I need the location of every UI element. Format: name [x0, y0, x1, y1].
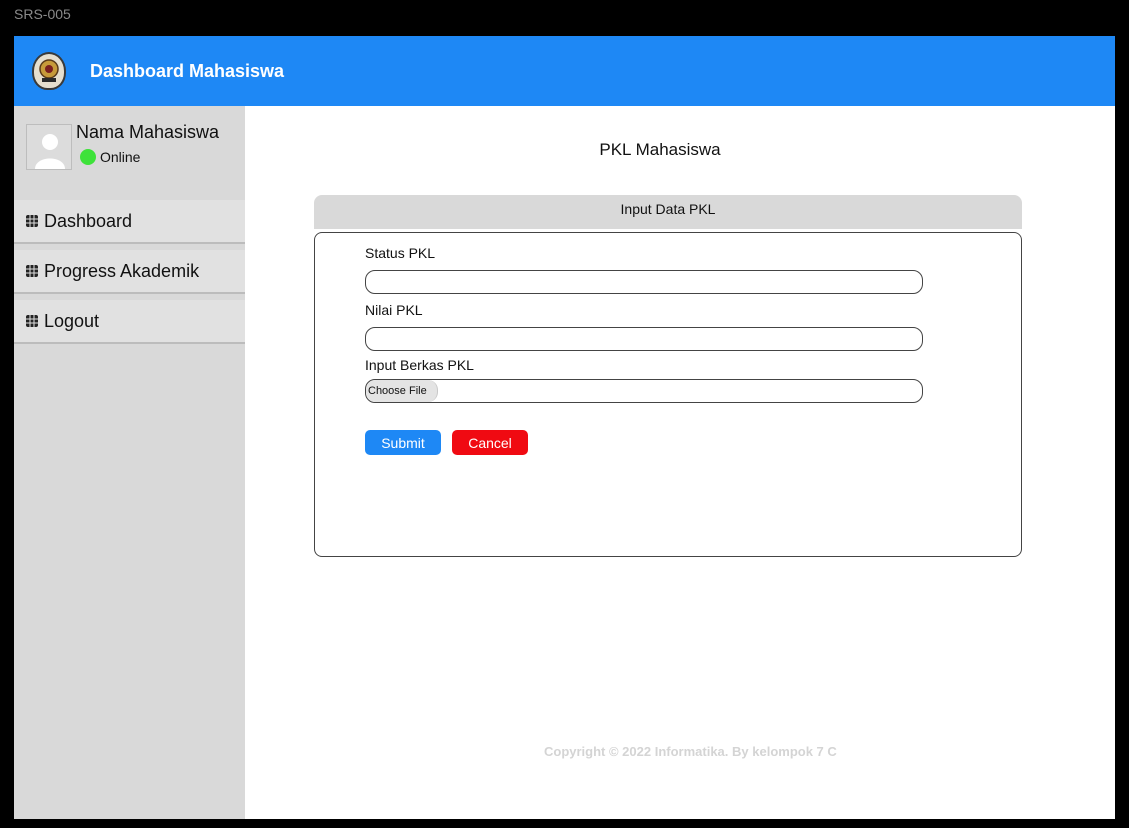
- seal-graphic: [39, 59, 59, 82]
- berkas-pkl-file-input[interactable]: Choose File: [365, 379, 923, 403]
- avatar: [26, 124, 72, 170]
- sidebar-item-progress-akademik[interactable]: Progress Akademik: [14, 250, 245, 294]
- sidebar: Nama Mahasiswa Online Dashboard Progress…: [14, 106, 245, 819]
- app-window: Dashboard Mahasiswa Nama Mahasiswa Onlin…: [14, 36, 1115, 819]
- copyright-label: Copyright © 2022 Informatika. By kelompo…: [544, 744, 837, 759]
- status-pkl-label: Status PKL: [365, 245, 436, 261]
- main-content: PKL Mahasiswa Input Data PKL Status PKL …: [245, 106, 1115, 819]
- nilai-pkl-input[interactable]: [365, 327, 923, 351]
- grid-icon: [26, 315, 38, 327]
- user-name: Nama Mahasiswa: [76, 122, 220, 142]
- status-pkl-input[interactable]: [365, 270, 923, 294]
- grid-icon: [26, 265, 38, 277]
- header-title: Dashboard Mahasiswa: [90, 60, 285, 81]
- input-pkl-form: Status PKL Nilai PKL Input Berkas PKL Ch…: [314, 232, 1022, 557]
- online-status-text: Online: [100, 149, 141, 165]
- user-panel: Nama Mahasiswa Online: [14, 106, 245, 198]
- top-header: Dashboard Mahasiswa: [14, 36, 1115, 106]
- sidebar-item-label: Logout: [44, 310, 100, 331]
- submit-button[interactable]: Submit: [365, 430, 441, 455]
- university-seal-icon: [32, 52, 66, 90]
- page-title: PKL Mahasiswa: [599, 140, 721, 159]
- person-icon: [35, 134, 65, 169]
- sidebar-item-logout[interactable]: Logout: [14, 300, 245, 344]
- nilai-pkl-label: Nilai PKL: [365, 302, 423, 318]
- input-berkas-pkl-label: Input Berkas PKL: [365, 357, 474, 373]
- sidebar-item-label: Progress Akademik: [44, 260, 200, 281]
- card-header: Input Data PKL: [314, 195, 1022, 229]
- grid-icon: [26, 215, 38, 227]
- choose-file-button[interactable]: Choose File: [366, 380, 438, 402]
- sidebar-item-dashboard[interactable]: Dashboard: [14, 200, 245, 244]
- frame-label: SRS-005: [14, 6, 71, 22]
- online-status-dot-icon: [80, 149, 96, 165]
- cancel-button[interactable]: Cancel: [452, 430, 528, 455]
- sidebar-item-label: Dashboard: [44, 210, 133, 231]
